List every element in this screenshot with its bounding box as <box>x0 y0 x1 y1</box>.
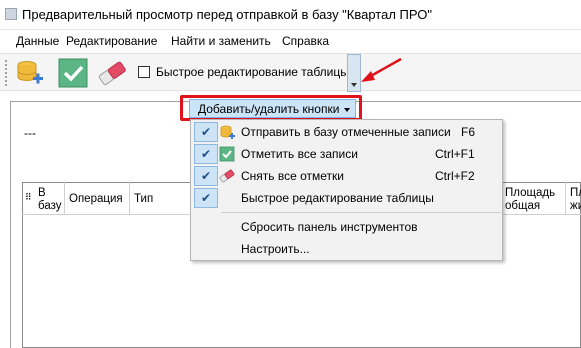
col-header-area-total[interactable]: Площадь общая <box>505 187 555 213</box>
popup-item-label: Отправить в базу отмеченные записи <box>241 125 451 139</box>
check-mark-icon <box>219 146 235 162</box>
check-mark-icon: ✔ <box>201 147 212 161</box>
status-dash: --- <box>24 126 36 140</box>
col-header-operation[interactable]: Операция <box>69 193 123 206</box>
menu-data[interactable]: Данные <box>16 34 59 48</box>
eraser-icon <box>98 61 126 86</box>
col-header-in-db[interactable]: В базу <box>38 187 61 213</box>
menu-bar: Данные Редактирование Найти и заменить С… <box>0 30 581 52</box>
app-icon <box>5 8 17 20</box>
popup-item-check-all[interactable]: ✔ Отметить все записи Ctrl+F1 <box>193 143 502 165</box>
check-mark-icon: ✔ <box>201 125 212 139</box>
menu-edit[interactable]: Редактирование <box>66 34 157 48</box>
popup-item-shortcut: Ctrl+F2 <box>435 169 475 183</box>
database-add-icon <box>17 61 43 84</box>
buttons-popup-menu: ✔ Отправить в базу отмеченные записи F6 … <box>190 119 503 261</box>
popup-item-label: Снять все отметки <box>241 169 345 183</box>
popup-separator <box>221 212 501 213</box>
popup-item-label: Сбросить панель инструментов <box>241 220 418 234</box>
popup-item-uncheck-all[interactable]: ✔ Снять все отметки Ctrl+F2 <box>193 165 502 187</box>
popup-item-label: Быстрое редактирование таблицы <box>241 191 434 205</box>
send-to-db-button[interactable] <box>14 57 46 89</box>
toolbar-grip[interactable] <box>5 60 8 86</box>
col-separator <box>129 182 130 214</box>
popup-item-shortcut: Ctrl+F1 <box>435 147 475 161</box>
popup-item-reset-toolbar[interactable]: Сбросить панель инструментов <box>193 216 502 238</box>
title-bar: Предварительный просмотр перед отправкой… <box>0 0 581 30</box>
popup-item-send[interactable]: ✔ Отправить в базу отмеченные записи F6 <box>193 121 502 143</box>
uncheck-all-button[interactable] <box>96 57 128 89</box>
check-mark-icon: ✔ <box>201 169 212 183</box>
col-header-area-living[interactable]: Пл жи <box>570 187 581 213</box>
toolbar: Быстрое редактирование таблицы <box>0 53 581 92</box>
menu-help[interactable]: Справка <box>282 34 329 48</box>
popup-item-customize[interactable]: Настроить... <box>193 238 502 260</box>
col-separator <box>64 182 65 214</box>
grid-options-icon[interactable]: ⠿ <box>25 191 32 204</box>
col-header-type[interactable]: Тип <box>134 193 153 206</box>
col-separator <box>565 182 566 214</box>
highlight-box <box>180 95 362 121</box>
popup-item-label: Настроить... <box>241 242 310 256</box>
check-all-button[interactable] <box>58 57 90 89</box>
popup-item-shortcut: F6 <box>461 125 476 139</box>
eraser-icon <box>219 169 235 183</box>
quick-edit-label[interactable]: Быстрое редактирование таблицы <box>156 65 349 79</box>
popup-item-label: Отметить все записи <box>241 147 358 161</box>
check-mark-icon: ✔ <box>201 191 212 205</box>
database-add-icon <box>220 125 235 139</box>
menu-find-replace[interactable]: Найти и заменить <box>171 34 271 48</box>
quick-edit-checkbox[interactable] <box>138 66 150 78</box>
annotation-arrow-icon <box>361 57 402 82</box>
check-mark-icon <box>58 58 88 88</box>
window-title: Предварительный просмотр перед отправкой… <box>22 7 432 22</box>
popup-item-quick-edit[interactable]: ✔ Быстрое редактирование таблицы <box>193 187 502 209</box>
